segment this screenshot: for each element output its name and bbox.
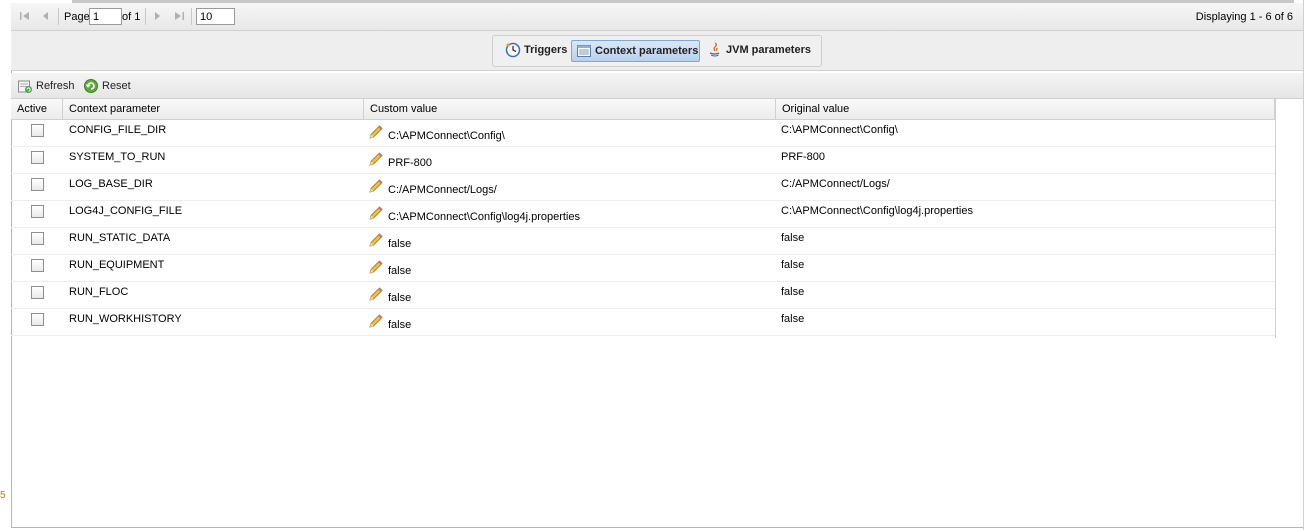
action-toolbar: Refresh Reset [11,73,1303,99]
table-row: LOG4J_CONFIG_FILE C:\APMConnect\Config\l… [11,201,1275,228]
edge-marker: 5 [0,490,6,501]
parameter-name: RUN_WORKHISTORY [69,313,182,325]
custom-value[interactable]: C:/APMConnect/Logs/ [388,184,497,196]
page-size-input[interactable] [196,8,235,25]
table-row: RUN_STATIC_DATA false false [11,228,1275,255]
tab-label: JVM parameters [726,44,811,56]
reset-label: Reset [102,80,131,92]
custom-value[interactable]: C:\APMConnect\Config\log4j.properties [388,211,580,223]
table-row: RUN_WORKHISTORY false false [11,309,1275,336]
custom-value[interactable]: C:\APMConnect\Config\ [388,130,505,142]
reset-button[interactable]: Reset [83,78,131,94]
grid-border [1275,99,1276,338]
clock-icon [505,42,521,58]
pencil-icon[interactable] [368,259,384,275]
custom-value[interactable]: PRF-800 [388,157,432,169]
parameter-name: LOG4J_CONFIG_FILE [69,205,183,217]
refresh-icon [17,78,33,94]
pencil-icon[interactable] [368,286,384,302]
custom-value[interactable]: false [388,265,411,277]
reset-icon [83,78,99,94]
table-row: RUN_FLOC false false [11,282,1275,309]
pencil-icon[interactable] [368,313,384,329]
custom-value[interactable]: false [388,238,411,250]
table-list-icon [576,43,592,59]
active-checkbox[interactable] [31,151,44,164]
first-page-icon[interactable] [19,10,31,22]
page-count-label: of 1 [122,11,141,23]
active-checkbox[interactable] [31,205,44,218]
separator [191,8,192,25]
separator [145,8,146,25]
page-number-input[interactable] [89,8,122,25]
custom-value[interactable]: false [388,292,411,304]
parameter-name: RUN_FLOC [69,286,129,298]
tab-label: Context parameters [595,45,699,57]
page-edge [1303,0,1307,530]
active-checkbox[interactable] [31,178,44,191]
tab-bar: Triggers Context parameters JVM paramete… [11,31,1303,71]
display-info: Displaying 1 - 6 of 6 [1195,11,1293,23]
active-checkbox[interactable] [31,313,44,326]
original-value: C:\APMConnect\Config\ [781,124,898,136]
original-value: C:/APMConnect/Logs/ [781,178,890,190]
java-icon [707,42,723,58]
next-page-icon[interactable] [151,10,163,22]
original-value: false [781,232,805,244]
pencil-icon[interactable] [368,232,384,248]
parameter-name: CONFIG_FILE_DIR [69,124,167,136]
table-row: SYSTEM_TO_RUN PRF-800 PRF-800 [11,147,1275,174]
table-row: LOG_BASE_DIR C:/APMConnect/Logs/ C:/APMC… [11,174,1275,201]
original-value: false [781,259,805,271]
active-checkbox[interactable] [31,286,44,299]
refresh-button[interactable]: Refresh [17,78,75,94]
paging-toolbar: Page of 1 Displaying 1 - 6 of 6 [11,3,1303,31]
original-value: C:\APMConnect\Config\log4j.properties [781,205,973,217]
tab-group: Triggers Context parameters JVM paramete… [492,35,822,67]
tab-label: Triggers [524,44,568,56]
refresh-label: Refresh [36,80,75,92]
original-value: false [781,313,805,325]
pencil-icon[interactable] [368,205,384,221]
grid-header: Active Context parameter Custom value Or… [11,99,1275,120]
active-checkbox[interactable] [31,232,44,245]
active-checkbox[interactable] [31,124,44,137]
pencil-icon[interactable] [368,178,384,194]
column-header-custom-value[interactable]: Custom value [364,99,776,119]
column-header-context-parameter[interactable]: Context parameter [63,99,364,119]
column-header-original-value[interactable]: Original value [776,99,1275,119]
prev-page-icon[interactable] [40,10,52,22]
pencil-icon[interactable] [368,124,384,140]
tab-context-parameters[interactable]: Context parameters [571,40,700,62]
active-checkbox[interactable] [31,259,44,272]
page-label: Page [64,11,90,23]
custom-value[interactable]: false [388,319,411,331]
parameter-name: SYSTEM_TO_RUN [69,151,166,163]
table-row: CONFIG_FILE_DIR C:\APMConnect\Config\ C:… [11,120,1275,147]
parameter-name: RUN_STATIC_DATA [69,232,171,244]
parameter-name: LOG_BASE_DIR [69,178,153,190]
tab-jvm-parameters[interactable]: JVM parameters [703,40,813,60]
grid-body: CONFIG_FILE_DIR C:\APMConnect\Config\ C:… [11,120,1275,336]
table-row: RUN_EQUIPMENT false false [11,255,1275,282]
pencil-icon[interactable] [368,151,384,167]
last-page-icon[interactable] [173,10,185,22]
original-value: PRF-800 [781,151,826,163]
column-header-active[interactable]: Active [11,99,63,119]
tab-triggers[interactable]: Triggers [501,40,567,60]
original-value: false [781,286,805,298]
parameter-name: RUN_EQUIPMENT [69,259,165,271]
separator [58,8,59,25]
